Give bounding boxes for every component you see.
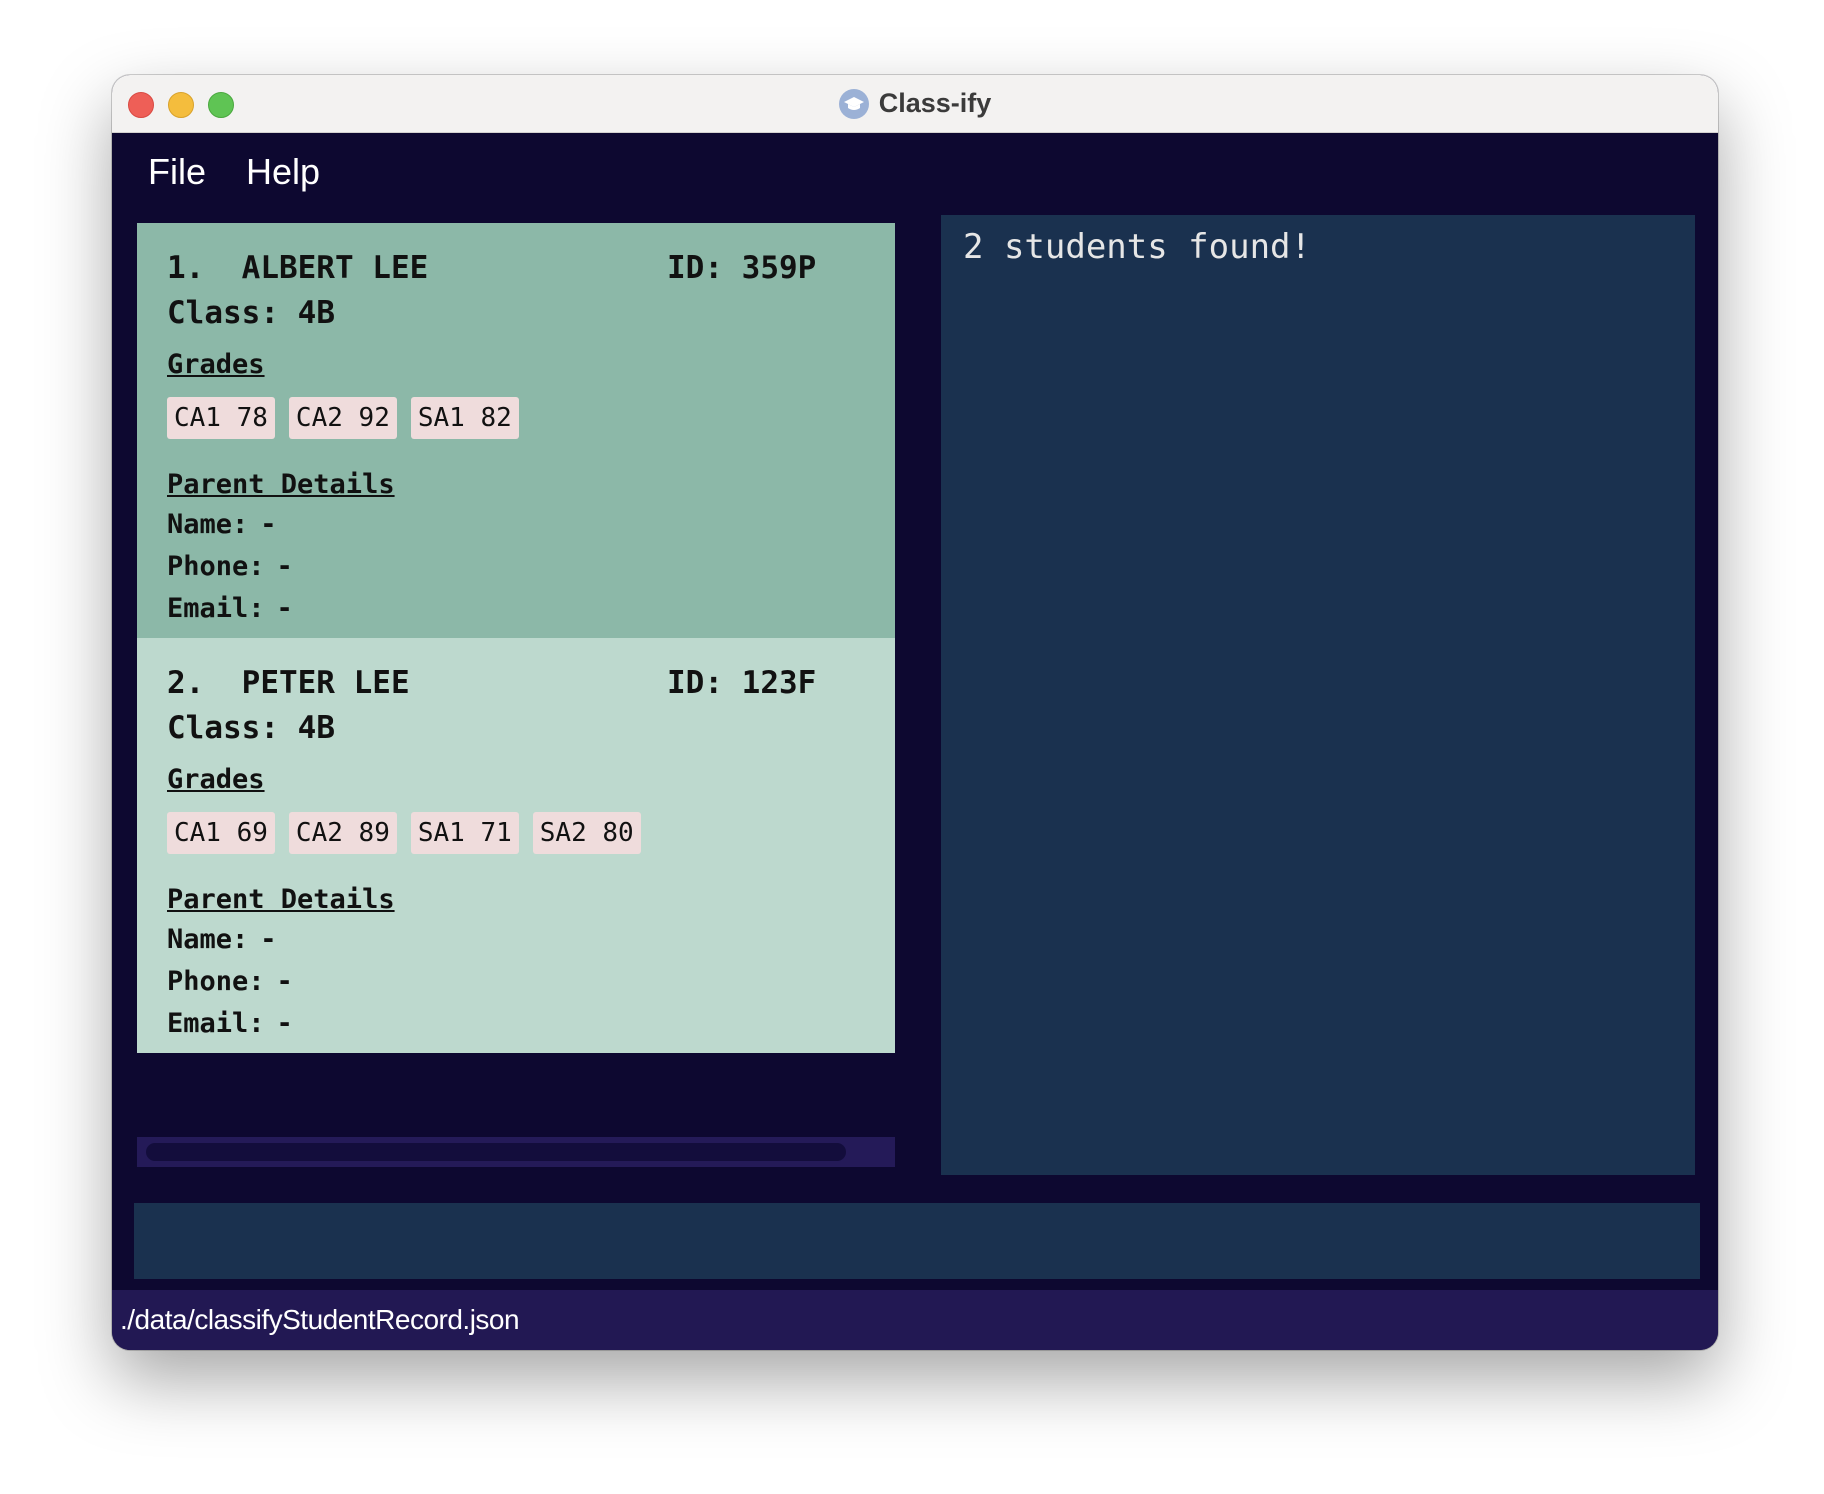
horizontal-scrollbar[interactable] (137, 1137, 895, 1167)
result-display: 2 students found! (941, 215, 1695, 1175)
card-header: 2. PETER LEE ID: 123F (167, 660, 865, 706)
class-value: 4B (297, 710, 335, 746)
grade-chip: CA2 92 (288, 397, 397, 439)
student-card[interactable]: 2. PETER LEE ID: 123F Class: 4B Grades C… (137, 638, 895, 1053)
grade-chip: CA1 69 (167, 812, 275, 854)
parent-name-label: Name: (167, 923, 249, 955)
parent-details-heading: Parent Details (167, 883, 395, 915)
student-name: 1. ALBERT LEE (167, 250, 429, 286)
menu-help[interactable]: Help (246, 151, 320, 193)
grade-chip: CA2 89 (288, 812, 397, 854)
parent-phone-value: - (276, 550, 293, 582)
parent-email: Email: - (167, 1002, 865, 1044)
menu-file[interactable]: File (148, 151, 206, 193)
command-input[interactable] (134, 1203, 1700, 1279)
grade-chip: CA1 78 (167, 397, 275, 439)
id-value: 359P (741, 250, 817, 286)
window-title: Class-ify (878, 88, 992, 118)
parent-email: Email: - (167, 587, 865, 629)
parent-name: Name: - (167, 503, 865, 545)
student-card[interactable]: 1. ALBERT LEE ID: 359P Class: 4B Grades … (137, 223, 895, 638)
window-title-group: Class-ify (112, 75, 1718, 132)
student-class: Class: 4B (167, 291, 865, 335)
student-list[interactable]: 1. ALBERT LEE ID: 359P Class: 4B Grades … (137, 223, 895, 1053)
graduation-cap-icon (838, 88, 869, 119)
card-header: 1. ALBERT LEE ID: 359P (167, 245, 865, 291)
parent-phone: Phone: - (167, 960, 865, 1002)
parent-email-label: Email: (167, 592, 265, 624)
menu-bar: File Help (112, 133, 1718, 211)
parent-name-value: - (260, 923, 277, 955)
grade-chip: SA1 71 (410, 812, 519, 854)
title-bar: Class-ify (112, 75, 1718, 133)
parent-phone-label: Phone: (167, 965, 265, 997)
class-label: Class: (167, 295, 279, 331)
grades-list: CA1 78 CA2 92 SA1 82 (167, 397, 865, 439)
grade-chip: SA1 82 (410, 397, 519, 439)
parent-name: Name: - (167, 918, 865, 960)
grades-heading: Grades (167, 763, 265, 795)
result-message: 2 students found! (963, 227, 1311, 267)
id-label: ID: (667, 665, 723, 701)
parent-email-value: - (276, 1007, 293, 1039)
parent-email-label: Email: (167, 1007, 265, 1039)
student-name: 2. PETER LEE (167, 665, 410, 701)
student-class: Class: 4B (167, 706, 865, 750)
parent-email-value: - (276, 592, 293, 624)
parent-phone-label: Phone: (167, 550, 265, 582)
student-id: ID: 123F (667, 665, 816, 701)
parent-phone: Phone: - (167, 545, 865, 587)
scrollbar-thumb[interactable] (146, 1143, 846, 1161)
student-id: ID: 359P (667, 250, 816, 286)
save-file-path: ./data/classifyStudentRecord.json (120, 1304, 520, 1335)
parent-phone-value: - (276, 965, 293, 997)
status-bar: ./data/classifyStudentRecord.json (112, 1290, 1718, 1350)
parent-name-label: Name: (167, 508, 249, 540)
grades-heading: Grades (167, 348, 265, 380)
app-window: Class-ify File Help 1. ALBERT LEE ID: 35… (112, 75, 1718, 1350)
parent-details-heading: Parent Details (167, 468, 395, 500)
grade-chip: SA2 80 (532, 812, 641, 854)
class-value: 4B (297, 295, 335, 331)
parent-name-value: - (260, 508, 277, 540)
id-label: ID: (667, 250, 723, 286)
class-label: Class: (167, 710, 279, 746)
id-value: 123F (741, 665, 817, 701)
grades-list: CA1 69 CA2 89 SA1 71 SA2 80 (167, 812, 865, 854)
